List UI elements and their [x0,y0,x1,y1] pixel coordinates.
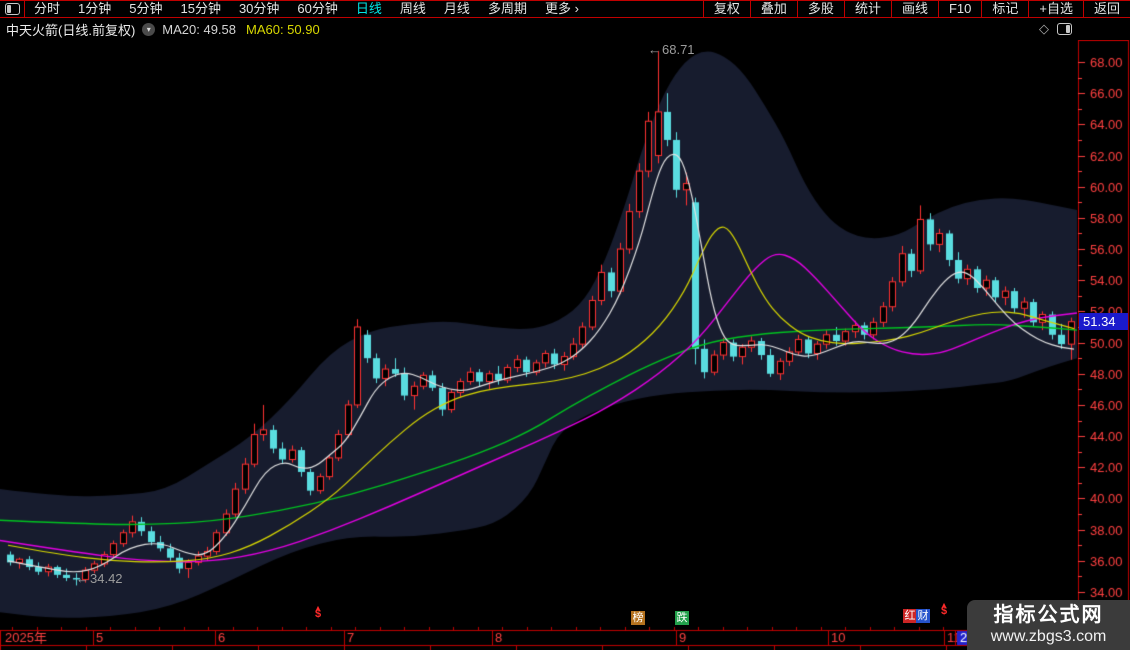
subheader-icons: ◇ [1039,21,1072,37]
low-price-annotation: ←34.42 [76,571,123,586]
f10-button[interactable]: F10 [937,1,981,17]
panel-toggle-icon[interactable] [1057,23,1072,35]
overlay-button[interactable]: 叠加 [749,1,797,17]
tab-30min[interactable]: 30分钟 [230,1,288,17]
high-price-annotation: ←68.71 [648,42,695,57]
dividend-dollar-icon[interactable]: ▴ $ [938,601,950,617]
period-menubar: 分时 1分钟 5分钟 15分钟 30分钟 60分钟 日线 周线 月线 多周期 更… [0,0,1130,18]
add-watchlist-button[interactable]: +自选 [1028,1,1083,17]
ma20-legend: MA20: 49.58 [162,21,236,37]
diamond-icon[interactable]: ◇ [1039,21,1049,37]
multi-stock-button[interactable]: 多股 [796,1,844,17]
arrow-left-icon: ← [648,42,661,57]
stock-title: 中天火箭(日线.前复权) [6,22,136,38]
arrow-left-icon: ← [76,571,89,586]
tab-multi-period[interactable]: 多周期 [479,1,536,17]
tab-more[interactable]: 更多 › [536,1,588,17]
event-badge-dividend[interactable]: 红 [903,609,917,623]
statistics-button[interactable]: 统计 [843,1,891,17]
tab-1min[interactable]: 1分钟 [69,1,120,17]
back-button[interactable]: 返回 [1082,1,1130,17]
adjust-price-button[interactable]: 复权 [702,1,750,17]
watermark: 指标公式网 www.zbgs3.com [967,600,1130,650]
ma60-legend: MA60: 50.90 [246,21,320,37]
dividend-dollar-icon[interactable]: ▴ $ [312,604,324,620]
tab-60min[interactable]: 60分钟 [288,1,346,17]
layout-toggle-button[interactable] [0,1,25,17]
event-badge-financial[interactable]: 财 [916,609,930,623]
last-price-badge: 51.34 [1079,313,1128,330]
toolbar-right: 复权 叠加 多股 统计 画线 F10 标记 +自选 返回 [702,1,1130,17]
mark-button[interactable]: 标记 [981,1,1028,17]
tab-daily[interactable]: 日线 [347,1,391,17]
candlestick-chart-canvas[interactable] [0,0,1130,650]
draw-line-button[interactable]: 画线 [890,1,938,17]
watermark-title: 指标公式网 [993,604,1104,626]
chart-header: 中天火箭(日线.前复权) ▾ MA20: 49.58 MA60: 50.90 ◇ [0,18,1130,40]
chevron-down-icon[interactable]: ▾ [142,22,156,36]
event-badge-rank[interactable]: 榜 [631,611,645,625]
tab-fenshi[interactable]: 分时 [25,1,69,17]
event-badge-drop[interactable]: 跌 [675,611,689,625]
tdx-chart-window: 分时 1分钟 5分钟 15分钟 30分钟 60分钟 日线 周线 月线 多周期 更… [0,0,1130,650]
tab-monthly[interactable]: 月线 [435,1,479,17]
tab-15min[interactable]: 15分钟 [171,1,229,17]
split-panel-icon [4,3,20,15]
tab-5min[interactable]: 5分钟 [120,1,171,17]
tab-weekly[interactable]: 周线 [391,1,435,17]
watermark-url: www.zbgs3.com [990,628,1107,645]
